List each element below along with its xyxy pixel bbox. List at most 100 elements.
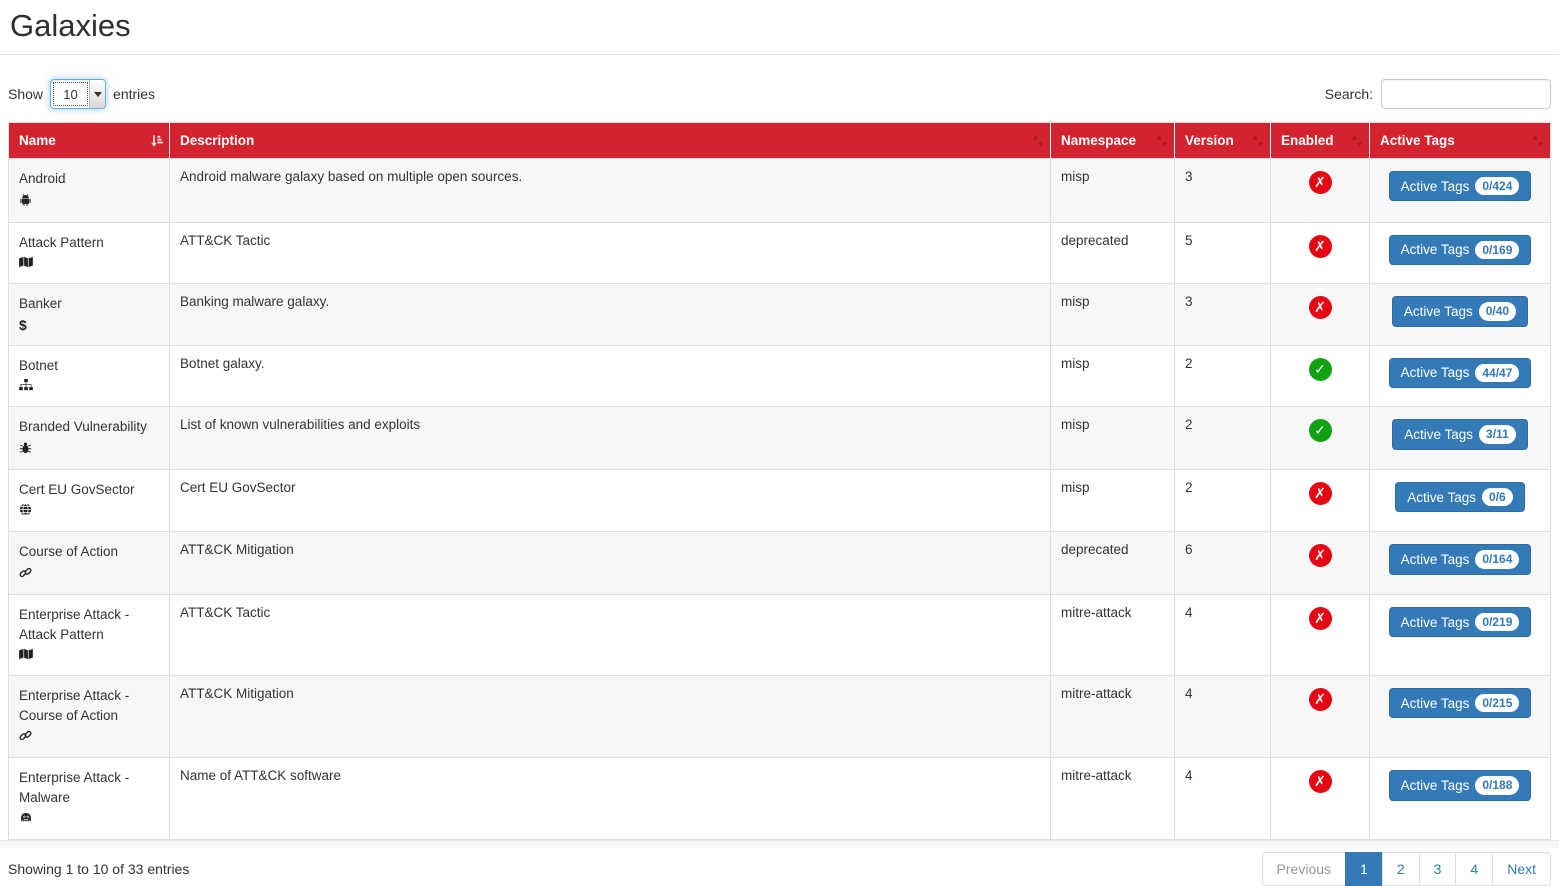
enabled-status-icon[interactable]: ✗	[1309, 544, 1332, 567]
galaxy-description: Banking malware galaxy.	[170, 284, 1051, 346]
table-row[interactable]: Botnet Botnet galaxy. misp 2 ✓ Active Ta…	[9, 345, 1551, 407]
pagination-previous[interactable]: Previous	[1262, 852, 1346, 886]
table-row[interactable]: Enterprise Attack - Course of Action ATT…	[9, 676, 1551, 758]
pagination: Previous 1 2 3 4 Next	[1262, 852, 1551, 886]
enabled-status-icon[interactable]: ✗	[1309, 296, 1332, 319]
column-header-version[interactable]: Version	[1175, 123, 1271, 159]
table-row[interactable]: Branded Vulnerability List of known vuln…	[9, 407, 1551, 470]
active-tags-button[interactable]: Active Tags0/6	[1395, 482, 1524, 512]
enabled-status-icon[interactable]: ✗	[1309, 688, 1332, 711]
table-header-row: Name Description Namespace	[9, 123, 1551, 159]
table-row[interactable]: Course of Action ATT&CK Mitigation depre…	[9, 532, 1551, 595]
enabled-status-icon[interactable]: ✗	[1309, 235, 1332, 258]
pagination-page-4[interactable]: 4	[1455, 852, 1493, 886]
galaxy-version: 4	[1175, 758, 1271, 840]
galaxy-description: List of known vulnerabilities and exploi…	[170, 407, 1051, 470]
dollar-icon: $	[19, 318, 27, 332]
pagination-page-1[interactable]: 1	[1345, 852, 1383, 886]
tag-count-badge: 0/219	[1475, 613, 1519, 631]
table-row[interactable]: Banker $ Banking malware galaxy. misp 3 …	[9, 284, 1551, 346]
show-label: Show	[8, 86, 43, 102]
galaxy-name: Cert EU GovSector	[19, 480, 159, 500]
enabled-status-icon[interactable]: ✓	[1309, 358, 1332, 381]
sort-both-icon	[1532, 135, 1544, 146]
galaxy-name: Enterprise Attack - Attack Pattern	[19, 605, 159, 644]
active-tags-button[interactable]: Active Tags44/47	[1389, 358, 1532, 388]
pagination-next[interactable]: Next	[1492, 852, 1551, 886]
column-header-description[interactable]: Description	[170, 123, 1051, 159]
galaxy-namespace: misp	[1051, 284, 1175, 346]
active-tags-button[interactable]: Active Tags0/40	[1392, 296, 1528, 326]
tag-count-badge: 0/188	[1475, 776, 1519, 794]
table-row[interactable]: Enterprise Attack - Attack Pattern ATT&C…	[9, 594, 1551, 675]
map-icon	[19, 256, 33, 268]
search-input[interactable]	[1381, 79, 1551, 109]
tag-count-badge: 44/47	[1475, 364, 1519, 382]
galaxy-namespace: misp	[1051, 345, 1175, 407]
galaxy-version: 4	[1175, 594, 1271, 675]
column-header-name[interactable]: Name	[9, 123, 170, 159]
galaxy-description: Cert EU GovSector	[170, 469, 1051, 532]
column-header-enabled[interactable]: Enabled	[1271, 123, 1370, 159]
enabled-status-icon[interactable]: ✗	[1309, 607, 1332, 630]
active-tags-button[interactable]: Active Tags0/164	[1389, 544, 1532, 574]
pagination-page-2[interactable]: 2	[1382, 852, 1420, 886]
sort-both-icon	[1351, 135, 1363, 146]
sitemap-icon	[19, 379, 33, 391]
active-tags-button[interactable]: Active Tags0/424	[1389, 171, 1532, 201]
column-header-active-tags[interactable]: Active Tags	[1370, 123, 1551, 159]
tag-count-badge: 0/424	[1475, 177, 1519, 195]
galaxy-version: 6	[1175, 532, 1271, 595]
table-row[interactable]: Attack Pattern ATT&CK Tactic deprecated …	[9, 222, 1551, 284]
galaxy-namespace: misp	[1051, 469, 1175, 532]
galaxy-description: ATT&CK Tactic	[170, 222, 1051, 284]
table-row[interactable]: Cert EU GovSector Cert EU GovSector misp…	[9, 469, 1551, 532]
table-info: Showing 1 to 10 of 33 entries	[8, 861, 189, 877]
galaxy-namespace: mitre-attack	[1051, 676, 1175, 758]
enabled-status-icon[interactable]: ✗	[1309, 171, 1332, 194]
link-icon	[19, 729, 32, 742]
table-row[interactable]: Enterprise Attack - Malware Name of ATT&…	[9, 758, 1551, 840]
galaxy-version: 2	[1175, 345, 1271, 407]
table-row[interactable]: Android Android malware galaxy based on …	[9, 159, 1551, 223]
active-tags-button[interactable]: Active Tags0/188	[1389, 770, 1532, 800]
galaxy-namespace: misp	[1051, 159, 1175, 223]
active-tags-button[interactable]: Active Tags0/169	[1389, 235, 1532, 265]
sort-both-icon	[1156, 135, 1168, 146]
sort-both-icon	[1032, 135, 1044, 146]
page-length-select[interactable]: 10	[50, 79, 106, 109]
page-length-control: Show 10 entries	[8, 79, 155, 109]
active-tags-button[interactable]: Active Tags0/215	[1389, 688, 1532, 718]
galaxy-description: Botnet galaxy.	[170, 345, 1051, 407]
enabled-status-icon[interactable]: ✗	[1309, 770, 1332, 793]
page-title: Galaxies	[10, 8, 1551, 44]
galaxy-name: Enterprise Attack - Course of Action	[19, 686, 159, 725]
active-tags-button[interactable]: Active Tags0/219	[1389, 607, 1532, 637]
monster-icon	[19, 811, 33, 824]
galaxies-page: Galaxies Show 10 entries Search: Name	[0, 8, 1559, 886]
tag-count-badge: 0/164	[1475, 550, 1519, 568]
galaxy-description: ATT&CK Mitigation	[170, 532, 1051, 595]
pagination-page-3[interactable]: 3	[1419, 852, 1457, 886]
galaxy-version: 2	[1175, 469, 1271, 532]
map-icon	[19, 648, 33, 660]
column-header-namespace[interactable]: Namespace	[1051, 123, 1175, 159]
galaxy-description: ATT&CK Tactic	[170, 594, 1051, 675]
globe-icon	[19, 503, 32, 516]
galaxy-version: 4	[1175, 676, 1271, 758]
galaxy-name: Course of Action	[19, 542, 159, 562]
active-tags-button[interactable]: Active Tags3/11	[1392, 419, 1528, 449]
galaxy-description: Name of ATT&CK software	[170, 758, 1051, 840]
galaxy-version: 5	[1175, 222, 1271, 284]
enabled-status-icon[interactable]: ✗	[1309, 482, 1332, 505]
tag-count-badge: 0/6	[1482, 488, 1513, 506]
bug-icon	[19, 441, 32, 454]
entries-label: entries	[113, 86, 155, 102]
galaxy-name: Attack Pattern	[19, 233, 159, 253]
enabled-status-icon[interactable]: ✓	[1309, 419, 1332, 442]
galaxy-version: 2	[1175, 407, 1271, 470]
galaxy-namespace: mitre-attack	[1051, 594, 1175, 675]
tag-count-badge: 0/40	[1479, 302, 1516, 320]
galaxy-name: Banker	[19, 294, 159, 314]
search-control: Search:	[1325, 79, 1551, 109]
